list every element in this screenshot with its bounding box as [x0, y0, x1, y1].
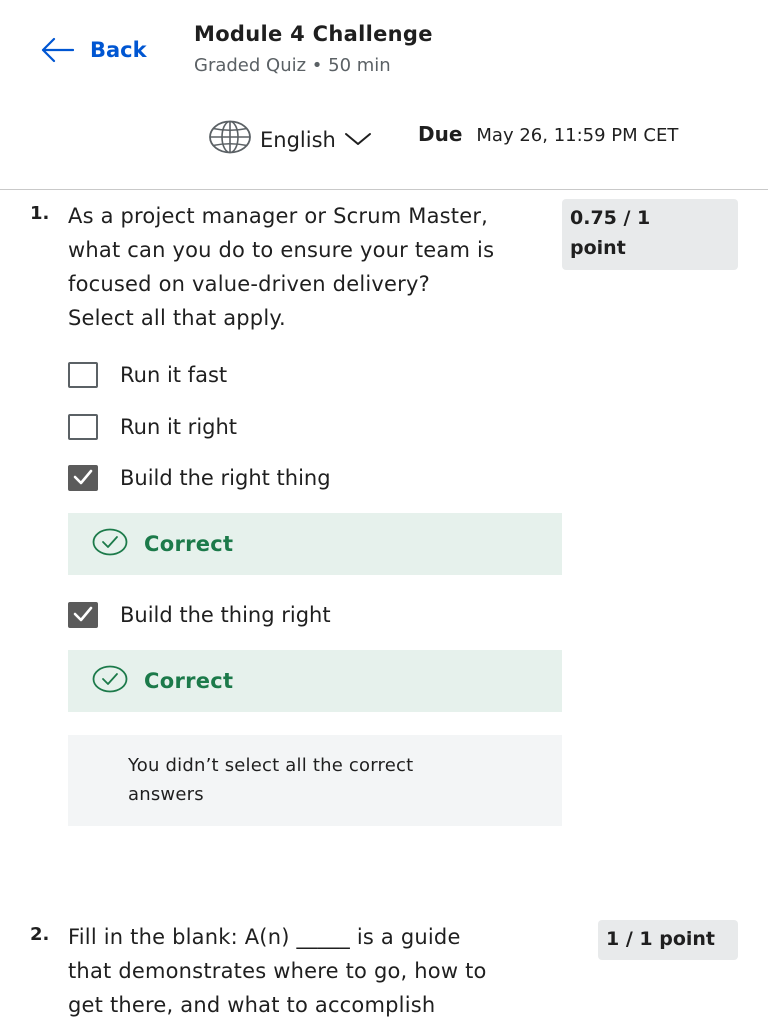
question-text-line: Select all that apply.	[68, 306, 286, 330]
language-selector[interactable]: English	[208, 120, 372, 159]
correct-feedback: Correct	[68, 650, 562, 712]
notice-line: You didn’t select all the correct	[128, 755, 414, 776]
points-line: point	[570, 237, 626, 259]
feedback-label: Correct	[144, 532, 234, 556]
partial-credit-notice: You didn’t select all the correct answer…	[68, 735, 562, 826]
option-label: Run it right	[120, 415, 238, 439]
question-number: 1.	[30, 203, 50, 224]
check-circle-icon	[92, 665, 128, 698]
arrow-left-icon	[40, 37, 74, 63]
answer-option[interactable]: Run it fast	[68, 358, 227, 392]
language-label: English	[260, 127, 336, 152]
page-title: Module 4 Challenge	[194, 22, 433, 46]
points-line: 0.75 / 1	[570, 207, 651, 229]
checkbox[interactable]	[68, 362, 98, 388]
back-label: Back	[90, 38, 147, 62]
globe-icon	[208, 120, 252, 159]
option-label: Build the right thing	[120, 466, 331, 490]
chevron-down-icon	[344, 128, 372, 152]
question-text-line: Fill in the blank: A(n) _____ is a guide	[68, 925, 461, 949]
question-text-line: what can you do to ensure your team is	[68, 238, 495, 262]
quiz-page: Back Module 4 Challenge Graded Quiz • 50…	[0, 0, 768, 1024]
due-date: May 26, 11:59 PM CET	[476, 125, 679, 146]
checkmark-icon	[73, 466, 93, 490]
due-info: Due May 26, 11:59 PM CET	[418, 122, 678, 146]
correct-feedback: Correct	[68, 513, 562, 575]
question-text-line: focused on value-driven delivery?	[68, 272, 430, 296]
answer-option[interactable]: Build the thing right	[68, 598, 331, 632]
checkmark-icon	[73, 603, 93, 627]
option-label: Build the thing right	[120, 603, 331, 627]
due-label: Due	[418, 122, 463, 146]
feedback-label: Correct	[144, 669, 234, 693]
question-text: Fill in the blank: A(n) _____ is a guide…	[68, 920, 578, 1022]
header-divider	[0, 189, 768, 190]
question-text-line: get there, and what to accomplish	[68, 993, 436, 1017]
notice-line: answers	[128, 784, 204, 805]
answer-option[interactable]: Run it right	[68, 410, 237, 444]
answer-option[interactable]: Build the right thing	[68, 461, 331, 495]
points-badge: 1 / 1 point	[598, 920, 738, 960]
checkbox-checked[interactable]	[68, 602, 98, 628]
quiz-meta: Graded Quiz • 50 min	[194, 55, 391, 76]
question-text: As a project manager or Scrum Master, wh…	[68, 199, 558, 335]
question-number: 2.	[30, 924, 50, 945]
points-badge: 0.75 / 1 point	[562, 199, 738, 270]
option-label: Run it fast	[120, 363, 228, 387]
checkbox-checked[interactable]	[68, 465, 98, 491]
question-text-line: that demonstrates where to go, how to	[68, 959, 487, 983]
checkbox[interactable]	[68, 414, 98, 440]
back-button[interactable]: Back	[40, 30, 147, 70]
check-circle-icon	[92, 528, 128, 561]
question-text-line: As a project manager or Scrum Master,	[68, 204, 489, 228]
